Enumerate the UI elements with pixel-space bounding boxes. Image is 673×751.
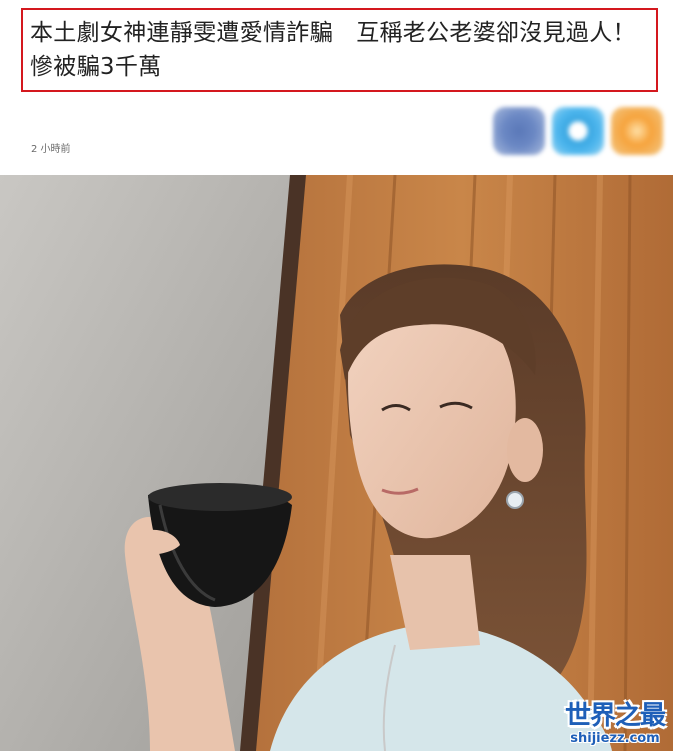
article-timestamp: 2 小時前 — [31, 144, 71, 155]
headline-highlight-box: 本土劇女神連靜雯遭愛情詐騙 互稱老公老婆卻沒見過人！慘被騙3千萬 — [21, 8, 658, 92]
watermark-logo: 世界之最 — [564, 701, 666, 731]
facebook-icon[interactable] — [493, 107, 545, 155]
article-meta-row: 2 小時前 — [0, 100, 673, 160]
article-photo: 世界之最 shijiezz.com — [0, 175, 673, 751]
site-watermark: 世界之最 shijiezz.com — [564, 701, 666, 747]
more-share-icon[interactable] — [611, 107, 663, 155]
article-headline: 本土劇女神連靜雯遭愛情詐騙 互稱老公老婆卻沒見過人！慘被騙3千萬 — [30, 20, 636, 80]
line-icon[interactable] — [552, 107, 604, 155]
watermark-url: shijiezz.com — [570, 731, 660, 746]
